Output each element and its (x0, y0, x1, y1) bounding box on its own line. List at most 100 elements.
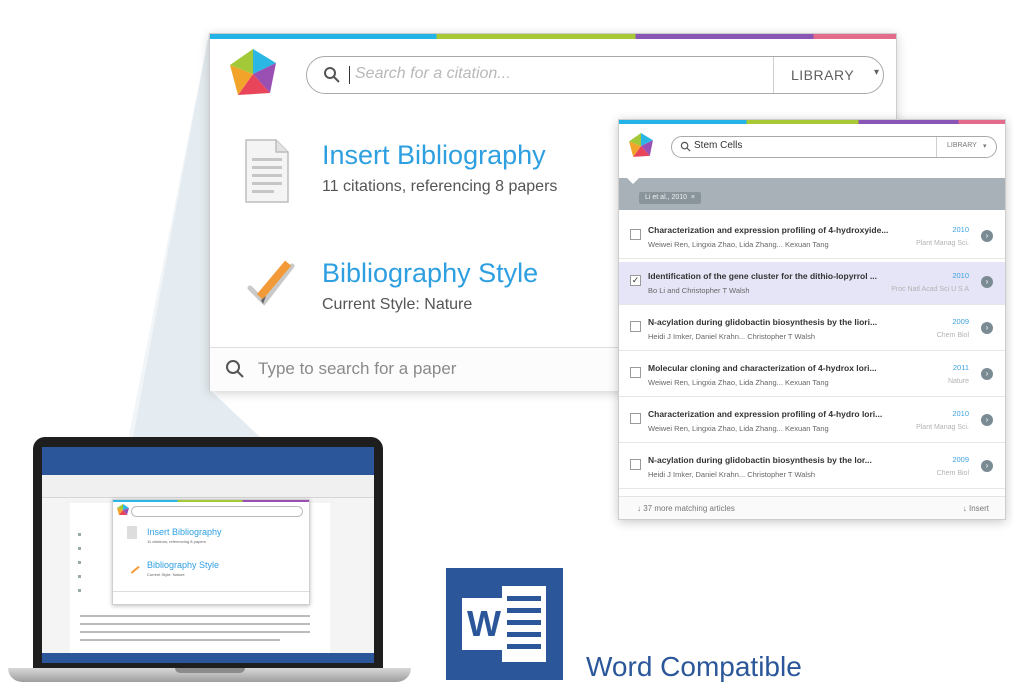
doc-bullet (78, 533, 81, 536)
library-dropdown[interactable]: LIBRARY ▾ (937, 137, 996, 157)
arrow-right-icon[interactable]: › (981, 414, 993, 426)
mini-pencil-icon (124, 558, 140, 574)
paper-search-placeholder: Type to search for a paper (258, 359, 457, 378)
results-search-input[interactable]: Stem Cells LIBRARY ▾ (671, 136, 997, 158)
more-results-label: 37 more matching articles (643, 504, 735, 513)
result-journal: Proc Natl Acad Sci U S A (891, 286, 969, 293)
mini-document-icon (127, 526, 137, 539)
result-checkbox[interactable] (630, 229, 641, 240)
pencil-check-icon (247, 260, 295, 306)
insert-label: Insert (968, 504, 989, 513)
doc-text-line (80, 639, 280, 641)
insert-bibliography-title: Insert Bibliography (322, 140, 546, 170)
result-row[interactable]: Molecular cloning and characterization o… (619, 354, 1005, 397)
result-row[interactable]: N-acylation during glidobactin biosynthe… (619, 446, 1005, 489)
result-checkbox[interactable] (630, 367, 641, 378)
result-title[interactable]: Characterization and expression profilin… (648, 409, 944, 419)
mini-style-subtitle: Current Style: Nature (147, 572, 185, 577)
search-placeholder: Search for a citation... (355, 65, 511, 82)
result-checkbox[interactable] (630, 413, 641, 424)
filter-bar-notch (619, 174, 1005, 184)
search-results-popup: Stem Cells LIBRARY ▾ Li et al., 2010 × C… (618, 119, 1006, 520)
result-authors: Heidi J Imker, Daniel Krahn... Christoph… (648, 470, 816, 479)
word-status-bar (42, 653, 374, 663)
result-authors: Weiwei Ren, Lingxia Zhao, Lida Zhang... … (648, 378, 829, 387)
library-label: LIBRARY (791, 67, 855, 83)
mini-footer (113, 591, 309, 604)
word-toolbar (42, 475, 374, 498)
word-compatible-caption: Word Compatible (586, 651, 802, 682)
result-title[interactable]: Characterization and expression profilin… (648, 225, 944, 235)
doc-bullet (78, 575, 81, 578)
result-row[interactable]: Characterization and expression profilin… (619, 400, 1005, 443)
results-footer: ↓ 37 more matching articles ↓ Insert (619, 496, 1005, 519)
text-cursor (349, 66, 350, 84)
search-query: Stem Cells (694, 140, 743, 151)
filter-chip[interactable]: Li et al., 2010 × (639, 192, 702, 204)
app-logo-icon (230, 49, 276, 95)
filter-chip-label: Li et al., 2010 (645, 194, 688, 201)
word-logo-letter: W (467, 603, 501, 644)
library-dropdown[interactable]: LIBRARY ▾ (774, 57, 883, 93)
search-icon (226, 360, 244, 378)
result-title[interactable]: N-acylation during glidobactin biosynthe… (648, 455, 944, 465)
result-journal: Nature (947, 378, 969, 385)
laptop-screen: Insert Bibliography 11 citations, refere… (42, 447, 374, 663)
insert-button[interactable]: ↓ Insert (963, 504, 989, 513)
doc-text-line (80, 615, 310, 617)
result-checkbox[interactable]: ✓ (630, 275, 641, 286)
doc-text-line (80, 623, 310, 625)
search-icon (324, 67, 340, 83)
doc-text-line (80, 631, 310, 633)
more-results-link[interactable]: ↓ 37 more matching articles (637, 504, 735, 513)
result-year: 2010 (952, 225, 969, 234)
doc-bullet (78, 561, 81, 564)
result-authors: Weiwei Ren, Lingxia Zhao, Lida Zhang... … (648, 424, 829, 433)
result-row[interactable]: ✓ Identification of the gene cluster for … (619, 262, 1005, 305)
mini-search-input[interactable] (131, 506, 303, 517)
laptop-notch (175, 668, 245, 673)
laptop-citation-popup: Insert Bibliography 11 citations, refere… (112, 499, 310, 605)
result-checkbox[interactable] (630, 321, 641, 332)
result-title[interactable]: N-acylation during glidobactin biosynthe… (648, 317, 944, 327)
arrow-right-icon[interactable]: › (981, 368, 993, 380)
result-title[interactable]: Molecular cloning and characterization o… (648, 363, 944, 373)
insert-bibliography-subtitle: 11 citations, referencing 8 papers (322, 178, 558, 195)
result-journal: Plant Manag Sci. (916, 424, 969, 431)
result-year: 2009 (952, 455, 969, 464)
result-year: 2009 (952, 317, 969, 326)
library-label: LIBRARY (947, 142, 977, 149)
document-icon (245, 139, 289, 203)
result-authors: Heidi J Imker, Daniel Krahn... Christoph… (648, 332, 816, 341)
mini-color-bar (113, 500, 309, 502)
result-checkbox[interactable] (630, 459, 641, 470)
color-bar (619, 120, 1005, 124)
mini-insert-bibliography[interactable]: Insert Bibliography (147, 527, 222, 537)
result-row[interactable]: N-acylation during glidobactin biosynthe… (619, 308, 1005, 351)
word-ribbon (42, 447, 374, 475)
word-logo: W (446, 568, 563, 680)
close-icon[interactable]: × (689, 194, 695, 201)
result-year: 2011 (952, 363, 969, 372)
doc-bullet (78, 589, 81, 592)
result-journal: Plant Manag Sci. (916, 240, 969, 247)
result-authors: Weiwei Ren, Lingxia Zhao, Lida Zhang... … (648, 240, 829, 249)
result-journal: Chem Biol (936, 332, 969, 339)
mini-bibliography-style[interactable]: Bibliography Style (147, 560, 219, 570)
result-year: 2010 (952, 409, 969, 418)
arrow-right-icon[interactable]: › (981, 230, 993, 242)
app-logo-icon (629, 133, 653, 157)
result-year: 2010 (952, 271, 969, 280)
citation-search-input[interactable]: Search for a citation... LIBRARY ▾ (306, 56, 884, 94)
chevron-down-icon: ▾ (983, 143, 987, 150)
bibliography-style-subtitle: Current Style: Nature (322, 296, 473, 313)
result-row[interactable]: Characterization and expression profilin… (619, 216, 1005, 259)
arrow-right-icon[interactable]: › (981, 322, 993, 334)
mini-logo-icon (117, 504, 129, 515)
bibliography-style-title: Bibliography Style (322, 258, 539, 288)
result-title[interactable]: Identification of the gene cluster for t… (648, 271, 944, 281)
result-authors: Bo Li and Christopher T Walsh (648, 286, 750, 295)
color-bar (210, 34, 896, 39)
arrow-right-icon[interactable]: › (981, 276, 993, 288)
arrow-right-icon[interactable]: › (981, 460, 993, 472)
